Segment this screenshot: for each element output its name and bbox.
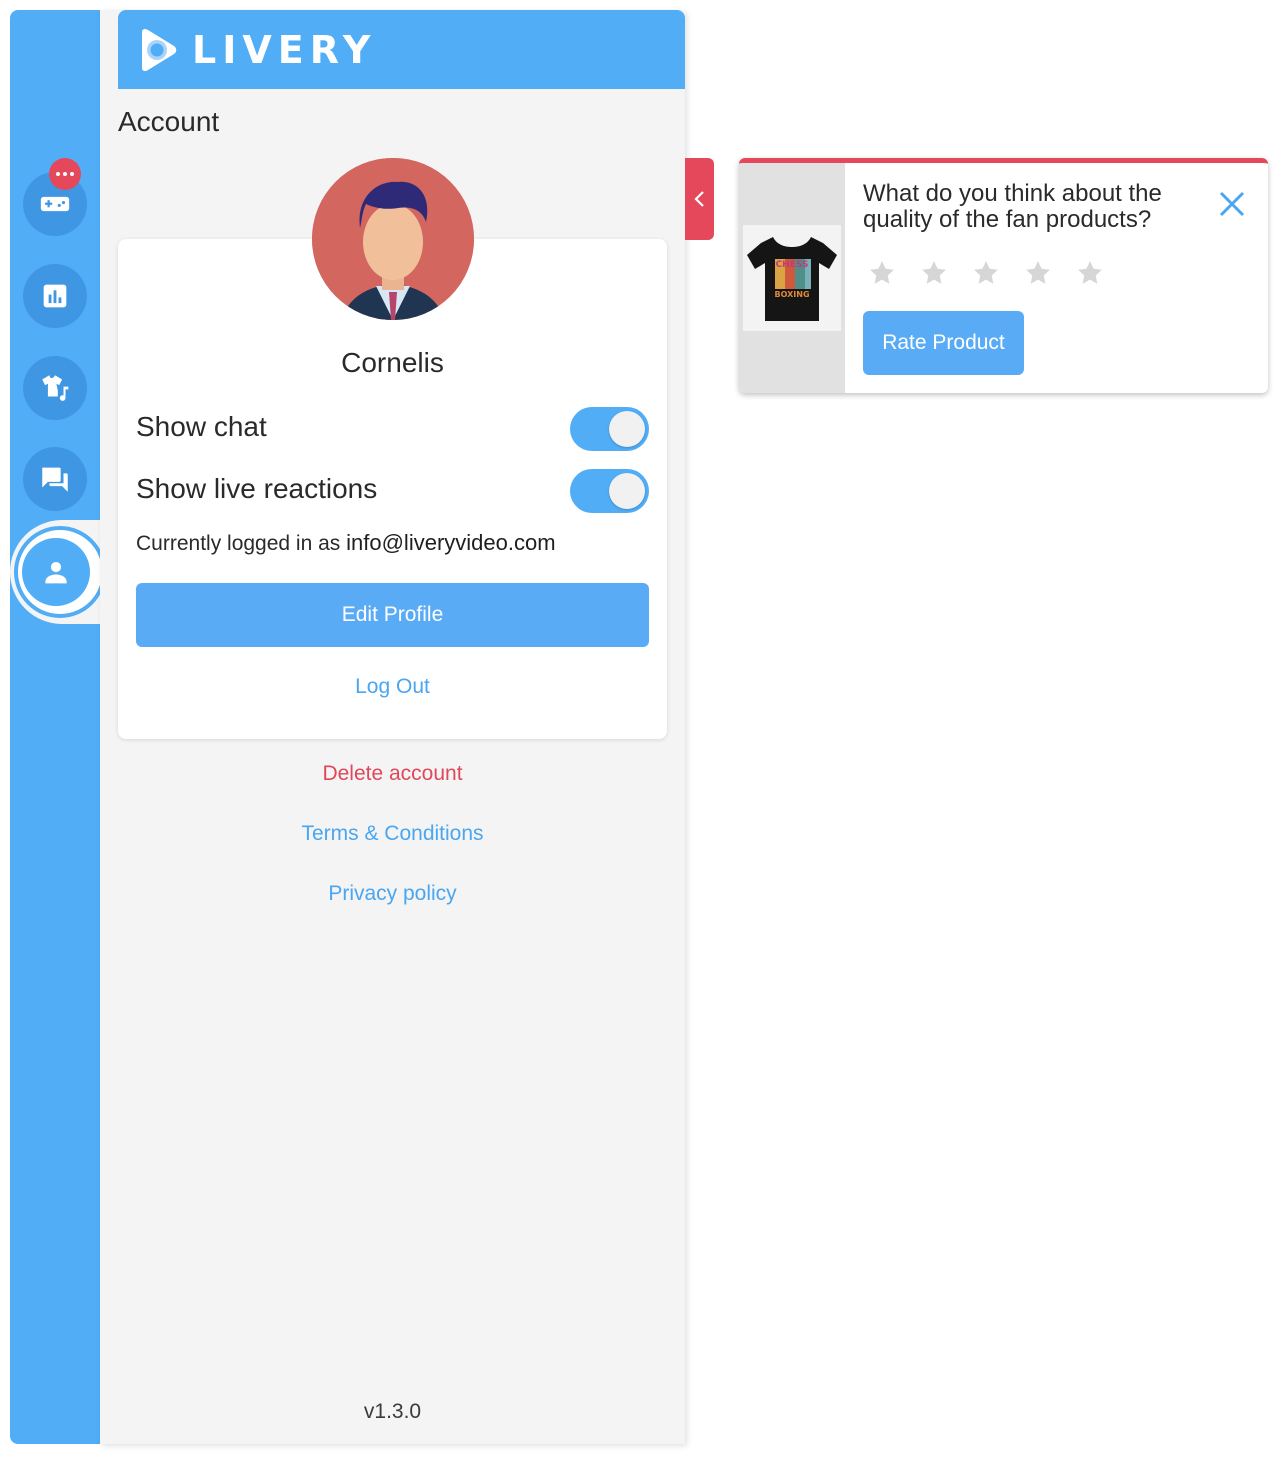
log-out-link[interactable]: Log Out bbox=[118, 675, 667, 699]
rating-question: What do you think about the quality of t… bbox=[863, 180, 1162, 233]
delete-account-link[interactable]: Delete account bbox=[100, 762, 685, 786]
username: Cornelis bbox=[341, 347, 444, 378]
show-reactions-toggle[interactable] bbox=[570, 469, 649, 513]
bar-chart-icon bbox=[43, 284, 67, 308]
sidebar-item-account[interactable] bbox=[22, 538, 90, 606]
avatar-illustration bbox=[312, 158, 474, 320]
livery-logo-icon bbox=[142, 28, 177, 71]
product-print-top: CHESS bbox=[776, 260, 809, 270]
page-title: Account bbox=[118, 106, 220, 137]
show-reactions-label: Show live reactions bbox=[136, 473, 378, 504]
brand-name: LIVERY bbox=[192, 27, 377, 72]
star-1-icon[interactable] bbox=[867, 258, 897, 288]
star-3-icon[interactable] bbox=[971, 258, 1001, 288]
avatar bbox=[312, 158, 474, 320]
edit-profile-button[interactable]: Edit Profile bbox=[136, 583, 649, 647]
logged-in-text: Currently logged in as info@liveryvideo.… bbox=[136, 530, 556, 556]
tshirt-product-icon: CHESS BOXING bbox=[747, 237, 837, 321]
product-print-bottom: BOXING bbox=[774, 290, 809, 299]
star-rating bbox=[867, 258, 1105, 288]
logged-in-prefix: Currently logged in as bbox=[136, 532, 341, 555]
notification-badge bbox=[49, 158, 81, 190]
account-panel: LIVERY Account Cornelis Show chat Show l… bbox=[100, 10, 685, 1444]
terms-link[interactable]: Terms & Conditions bbox=[100, 822, 685, 846]
rating-popup: CHESS BOXING What do you think about the… bbox=[739, 158, 1268, 393]
collapse-panel-button[interactable] bbox=[685, 158, 714, 240]
user-icon bbox=[45, 561, 67, 584]
sidebar-item-merch[interactable] bbox=[23, 356, 87, 420]
brand-header: LIVERY bbox=[118, 10, 685, 89]
chevron-left-icon bbox=[693, 191, 704, 207]
rate-product-button[interactable]: Rate Product bbox=[863, 311, 1024, 375]
sidebar-item-chat[interactable] bbox=[23, 447, 87, 511]
close-icon[interactable] bbox=[1215, 187, 1249, 221]
show-chat-label: Show chat bbox=[136, 411, 267, 442]
star-5-icon[interactable] bbox=[1075, 258, 1105, 288]
tshirt-music-icon bbox=[42, 375, 69, 401]
chat-bubbles-icon bbox=[42, 467, 68, 492]
product-image: CHESS BOXING bbox=[743, 225, 841, 331]
star-2-icon[interactable] bbox=[919, 258, 949, 288]
star-4-icon[interactable] bbox=[1023, 258, 1053, 288]
user-email: info@liveryvideo.com bbox=[346, 530, 556, 555]
gamepad-icon bbox=[40, 196, 70, 212]
app-version: v1.3.0 bbox=[363, 1400, 422, 1423]
privacy-link[interactable]: Privacy policy bbox=[100, 882, 685, 906]
show-chat-toggle[interactable] bbox=[570, 407, 649, 451]
sidebar-item-stats[interactable] bbox=[23, 264, 87, 328]
